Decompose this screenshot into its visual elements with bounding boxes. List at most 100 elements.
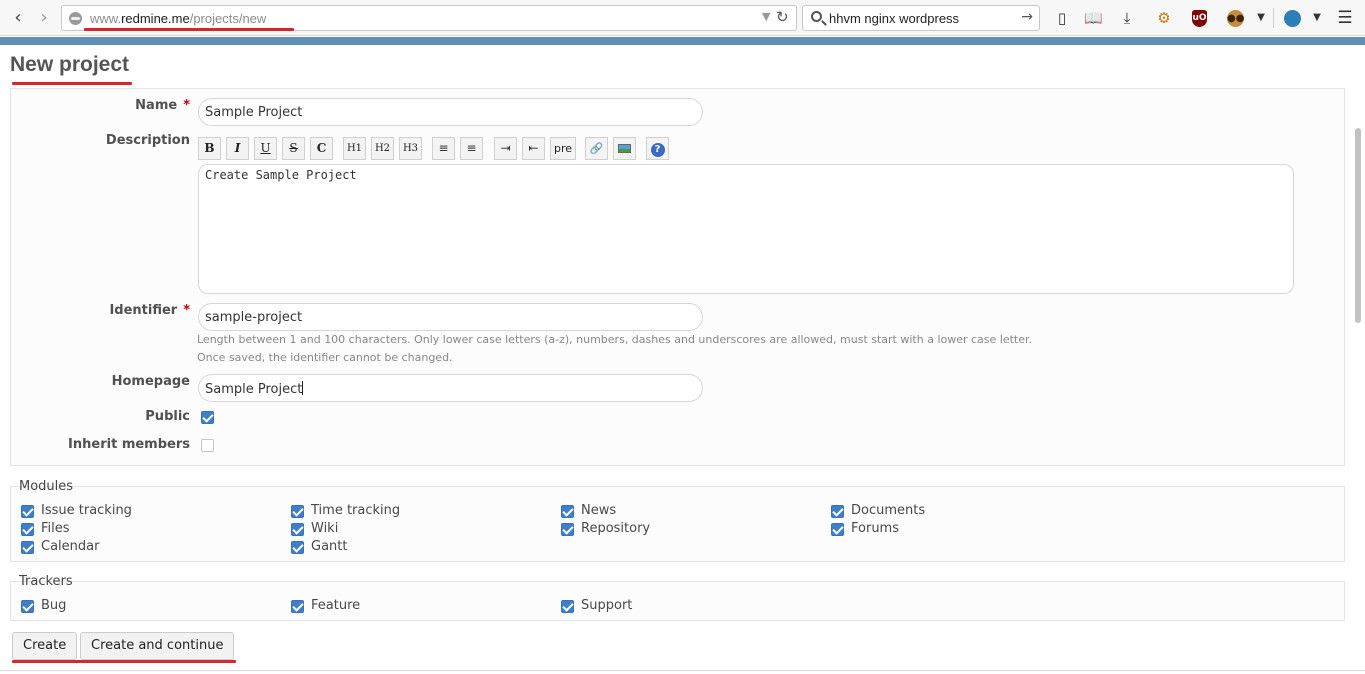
module-checkbox[interactable] — [291, 505, 304, 518]
module-checkbox[interactable] — [831, 523, 844, 536]
url-prefix: www. — [90, 11, 122, 26]
inherit-members-checkbox[interactable] — [201, 439, 214, 452]
underline-button[interactable]: U — [254, 137, 277, 160]
url-text[interactable]: www.redmine.me/projects/new — [90, 11, 266, 26]
help-icon[interactable]: ? — [646, 137, 669, 160]
preformatted-button[interactable]: pre — [550, 137, 576, 160]
site-info-icon[interactable] — [69, 12, 82, 25]
url-domain: redmine.me — [121, 11, 190, 26]
module-checkbox[interactable] — [831, 505, 844, 518]
download-icon[interactable]: ⤓ — [1118, 9, 1136, 27]
url-path: /projects/new — [189, 11, 267, 26]
tracker-label: Bug — [41, 598, 67, 613]
identifier-label: Identifier * — [0, 303, 190, 318]
menu-icon[interactable]: ☰ — [1336, 9, 1354, 27]
module-label: Repository — [581, 521, 651, 536]
browser-toolbar: ‹ › www.redmine.me/projects/new ▼ ↻ hhvm… — [0, 0, 1365, 36]
tracker-checkbox[interactable] — [21, 600, 34, 613]
ordered-list-icon[interactable]: ≡ — [460, 137, 483, 160]
chevron-down-icon[interactable]: ▼ — [1252, 9, 1270, 27]
module-label: Gantt — [311, 539, 348, 554]
search-icon — [811, 11, 822, 22]
identifier-input[interactable]: sample-project — [198, 303, 703, 331]
scrollbar-thumb[interactable] — [1355, 128, 1361, 323]
bold-button[interactable]: B — [198, 137, 221, 160]
forward-icon[interactable]: › — [34, 8, 54, 28]
name-label: Name * — [0, 98, 190, 113]
description-textarea[interactable]: Create Sample Project — [198, 164, 1294, 294]
chevron-down-icon[interactable]: ▼ — [1308, 9, 1326, 27]
module-checkbox[interactable] — [21, 541, 34, 554]
top-menu-bar — [0, 37, 1365, 45]
modules-legend: Modules — [19, 479, 74, 494]
title-highlight-mark — [12, 82, 132, 85]
search-input[interactable]: hhvm nginx wordpress — [829, 11, 959, 26]
tracker-label: Feature — [311, 598, 361, 613]
page-bottom-divider — [0, 670, 1365, 671]
reload-icon[interactable]: ↻ — [776, 8, 789, 26]
identifier-hint: Length between 1 and 100 characters. Onl… — [197, 333, 1033, 346]
image-icon[interactable] — [613, 137, 636, 160]
homepage-label: Homepage — [111, 374, 190, 389]
module-label: Files — [41, 521, 70, 536]
heading2-button[interactable]: H2 — [371, 137, 394, 160]
name-input[interactable]: Sample Project — [198, 98, 703, 126]
homepage-value: Sample Project — [205, 382, 303, 397]
trackers-fieldset — [10, 581, 1345, 621]
create-button[interactable]: Create — [12, 632, 78, 660]
module-label: News — [581, 503, 617, 518]
page-title: New project — [10, 53, 130, 76]
text-caret — [302, 381, 304, 395]
help-icon-glyph: ? — [650, 143, 665, 157]
reader-icon[interactable]: 📖 — [1084, 9, 1103, 27]
identifier-hint-note: Once saved, the identifier cannot be cha… — [197, 351, 453, 364]
heading3-button[interactable]: H3 — [399, 137, 422, 160]
public-checkbox[interactable] — [201, 411, 214, 424]
ublock-icon[interactable]: uO — [1192, 10, 1207, 27]
module-label: Issue tracking — [41, 503, 132, 518]
description-label: Description — [105, 133, 190, 148]
tracker-checkbox[interactable] — [291, 600, 304, 613]
module-label: Documents — [851, 503, 926, 518]
module-label: Time tracking — [311, 503, 401, 518]
module-checkbox[interactable] — [561, 505, 574, 518]
link-icon[interactable]: 🔗 — [585, 137, 608, 160]
bookmark-icon[interactable]: ▯ — [1053, 9, 1071, 27]
url-dropdown-icon[interactable]: ▼ — [762, 10, 770, 23]
module-checkbox[interactable] — [291, 541, 304, 554]
back-icon[interactable]: ‹ — [8, 8, 28, 28]
tracker-checkbox[interactable] — [561, 600, 574, 613]
required-marker: * — [183, 98, 190, 113]
tampermonkey-icon[interactable]: ●● — [1227, 10, 1244, 27]
identifier-label-text: Identifier — [109, 303, 178, 318]
heading1-button[interactable]: H1 — [343, 137, 366, 160]
unordered-list-icon[interactable]: ≡ — [432, 137, 455, 160]
strikethrough-button[interactable]: S — [282, 137, 305, 160]
required-marker: * — [183, 303, 190, 318]
buttons-highlight-mark — [12, 660, 236, 663]
modules-fieldset — [10, 486, 1345, 562]
indent-left-icon[interactable]: ⇤ — [522, 137, 545, 160]
create-and-continue-button[interactable]: Create and continue — [80, 632, 235, 660]
name-label-text: Name — [135, 98, 178, 113]
extension-icon[interactable]: ⚙ — [1155, 9, 1173, 27]
module-checkbox[interactable] — [21, 523, 34, 536]
toolbar-divider — [1273, 8, 1274, 28]
module-label: Forums — [851, 521, 899, 536]
italic-button[interactable]: I — [226, 137, 249, 160]
indent-right-icon[interactable]: ⇥ — [494, 137, 517, 160]
module-checkbox[interactable] — [21, 505, 34, 518]
module-checkbox[interactable] — [561, 523, 574, 536]
module-label: Wiki — [311, 521, 339, 536]
module-label: Calendar — [41, 539, 100, 554]
homepage-input[interactable]: Sample Project — [198, 374, 703, 402]
search-go-icon[interactable]: → — [1021, 9, 1033, 25]
module-checkbox[interactable] — [291, 523, 304, 536]
public-label: Public — [145, 409, 190, 424]
code-button[interactable]: C — [310, 137, 333, 160]
inherit-members-label: Inherit members — [68, 437, 190, 452]
image-icon-glyph — [618, 144, 631, 153]
search-bar[interactable]: hhvm nginx wordpress → — [802, 5, 1040, 31]
globe-extension-icon[interactable] — [1284, 10, 1301, 27]
url-highlight-mark — [84, 28, 294, 31]
